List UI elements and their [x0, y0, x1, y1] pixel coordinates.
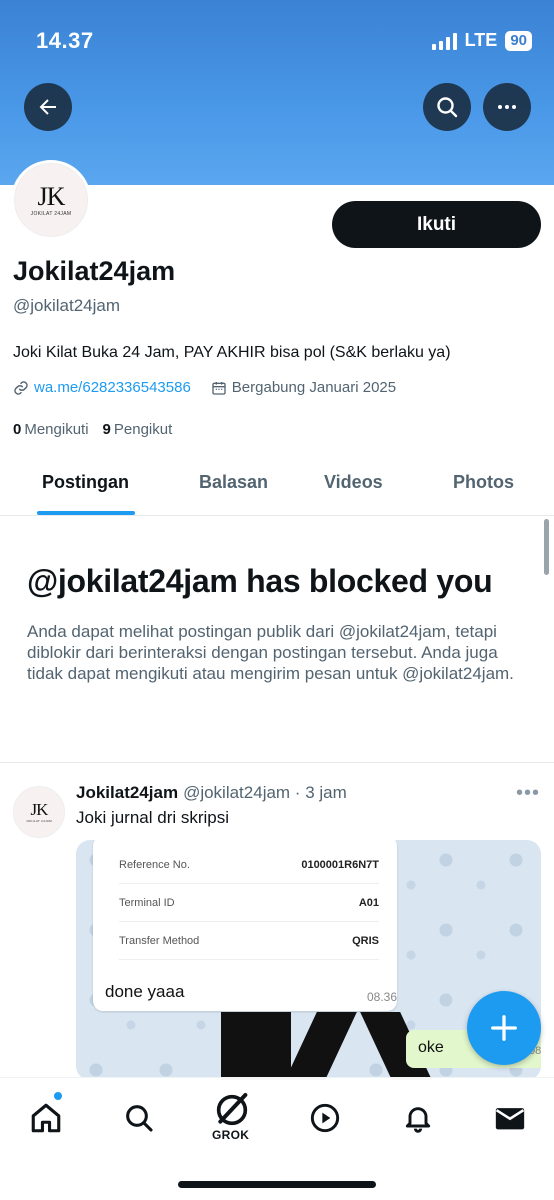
profile-counts: 0 Mengikuti 9 Pengikut — [13, 421, 172, 438]
link-icon — [14, 380, 28, 395]
arrow-left-icon — [39, 99, 56, 115]
home-icon — [31, 1103, 61, 1133]
more-button[interactable] — [483, 83, 531, 131]
notification-dot — [54, 1092, 62, 1100]
blocked-text: Anda dapat melihat postingan publik dari… — [27, 622, 514, 683]
profile-name: Jokilat24jam — [13, 256, 176, 286]
tab-active-indicator — [37, 511, 135, 515]
plus-icon — [491, 1015, 517, 1041]
post-avatar-logo: JK — [30, 800, 49, 819]
profile-bio: Joki Kilat Buka 24 Jam, PAY AKHIR bisa p… — [13, 344, 451, 361]
battery-icon: 90 — [505, 30, 532, 51]
more-horizontal-icon — [498, 105, 516, 109]
nav-grok[interactable] — [212, 1090, 252, 1130]
back-button[interactable] — [24, 83, 72, 131]
post-author-name[interactable]: Jokilat24jam — [76, 783, 178, 803]
following-count[interactable]: 0 Mengikuti — [13, 421, 89, 438]
profile-tabs: Postingan Balasan Videos Photos — [0, 452, 554, 516]
receipt-row: Transfer Method QRIS — [119, 922, 379, 960]
receipt-row: Reference No. 0100001R6N7T — [119, 846, 379, 884]
scrollbar[interactable] — [544, 519, 549, 575]
chat-reply: oke — [418, 1039, 444, 1056]
search-button[interactable] — [423, 83, 471, 131]
nav-notifications[interactable] — [398, 1098, 438, 1138]
post-avatar[interactable]: JK JOKILAT 24JAM — [13, 786, 65, 838]
avatar-logo: JK — [37, 181, 66, 211]
post-header: Jokilat24jam @jokilat24jam · 3 jam — [76, 783, 347, 803]
chat-message: done yaaa — [105, 982, 185, 1001]
status-indicators: LTE 90 — [431, 30, 532, 51]
nav-home[interactable] — [26, 1098, 66, 1138]
nav-messages[interactable] — [490, 1098, 530, 1138]
tab-postingan[interactable]: Postingan — [42, 472, 129, 493]
tab-balasan[interactable]: Balasan — [199, 472, 268, 493]
profile-avatar[interactable]: JK JOKILAT 24JAM — [11, 160, 91, 240]
mail-icon — [495, 1108, 525, 1130]
chat-message-time: 08.36 — [367, 990, 398, 1004]
status-time: 14.37 — [36, 28, 94, 53]
search-icon — [437, 97, 458, 118]
bell-icon — [405, 1107, 431, 1133]
grok-icon — [216, 1093, 248, 1126]
nav-search[interactable] — [119, 1098, 159, 1138]
profile-meta: wa.me/6282336543586 Bergabung Januari 20… — [13, 379, 396, 396]
tab-videos[interactable]: Videos — [324, 472, 383, 493]
avatar-logo-sub: JOKILAT 24JAM — [30, 210, 72, 217]
compose-button[interactable] — [467, 991, 541, 1065]
tab-photos[interactable]: Photos — [453, 472, 514, 493]
network-label: LTE — [464, 30, 498, 50]
search-icon — [126, 1105, 153, 1132]
profile-link[interactable]: wa.me/6282336543586 — [34, 379, 191, 396]
post-text: Joki jurnal dri skripsi — [76, 808, 230, 827]
calendar-icon — [212, 381, 226, 395]
home-indicator — [178, 1181, 376, 1188]
post-author-handle: @jokilat24jam · 3 jam — [183, 783, 347, 802]
post-more-icon[interactable]: ••• — [516, 783, 540, 803]
follow-button[interactable]: Ikuti — [332, 201, 541, 248]
nav-video[interactable] — [305, 1098, 345, 1138]
logo-fragment — [221, 1012, 291, 1080]
profile-handle: @jokilat24jam — [13, 296, 121, 315]
grok-label: GROK — [212, 1128, 250, 1142]
video-play-icon — [310, 1103, 340, 1133]
receipt-row: Terminal ID A01 — [119, 884, 379, 922]
profile-joined: Bergabung Januari 2025 — [231, 379, 397, 396]
signal-icon — [431, 32, 457, 50]
post-avatar-logo-sub: JOKILAT 24JAM — [26, 819, 52, 823]
receipt-bubble: Reference No. 0100001R6N7T Terminal ID A01… — [93, 840, 397, 1011]
section-divider — [0, 762, 554, 763]
status-bar: 14.37 LTE 90 — [0, 28, 554, 56]
followers-count[interactable]: 9 Pengikut — [103, 421, 173, 438]
blocked-title: @jokilat24jam has blocked you — [27, 563, 493, 599]
